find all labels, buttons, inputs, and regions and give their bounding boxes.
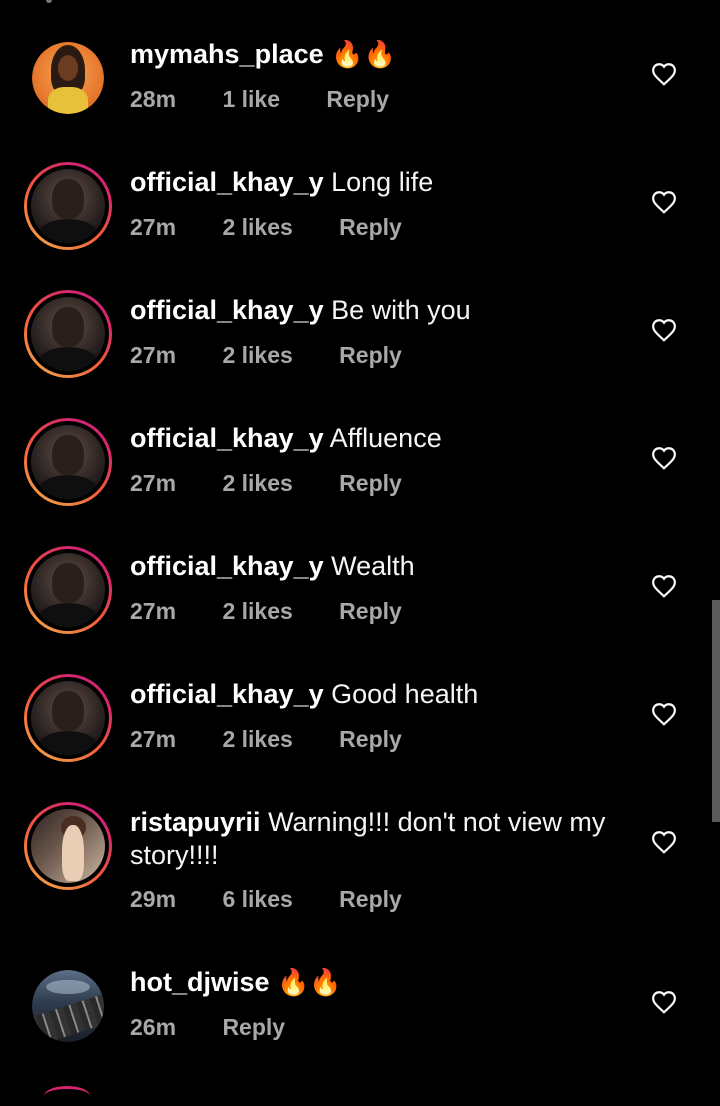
avatar-story-ring[interactable] [24, 290, 112, 378]
comment-text: Good health [331, 679, 479, 709]
avatar-story-ring[interactable] [24, 674, 112, 762]
reply-button[interactable]: Reply [339, 886, 402, 913]
comment-body: official_khay_y Be with you [130, 294, 471, 327]
reply-button[interactable]: Reply [339, 598, 402, 625]
scroll-peek [46, 0, 52, 3]
heart-outline-icon[interactable] [651, 830, 677, 854]
comment-text: Be with you [331, 295, 471, 325]
comment-likes[interactable]: 2 likes [222, 598, 292, 625]
heart-outline-icon[interactable] [651, 990, 677, 1014]
avatar [31, 681, 105, 755]
comment-time: 27m [130, 214, 177, 240]
comment-username[interactable]: mymahs_place [130, 39, 324, 69]
scrollbar[interactable] [712, 600, 720, 822]
avatar-story-ring[interactable] [24, 802, 112, 890]
comment-body: official_khay_y Long life [130, 166, 433, 199]
heart-outline-icon[interactable] [651, 62, 677, 86]
comments-list: mymahs_place 🔥🔥 28m 1 like Reply officia… [0, 0, 720, 1093]
avatar[interactable] [32, 42, 104, 114]
comment-likes[interactable]: 6 likes [222, 886, 292, 913]
comment-likes[interactable]: 2 likes [222, 342, 292, 369]
next-avatar-peek [44, 1086, 90, 1106]
comment-time: 27m [130, 342, 177, 368]
comment-time: 27m [130, 726, 177, 752]
comment-meta: 27m 2 likes Reply [130, 726, 402, 753]
comment-time: 29m [130, 886, 177, 912]
heart-outline-icon[interactable] [651, 446, 677, 470]
comment-meta: 27m 2 likes Reply [130, 598, 402, 625]
avatar[interactable] [32, 970, 104, 1042]
comment-username[interactable]: hot_djwise [130, 967, 270, 997]
comment-likes[interactable]: 2 likes [222, 470, 292, 497]
avatar [31, 297, 105, 371]
avatar-story-ring[interactable] [24, 418, 112, 506]
comment-meta: 29m 6 likes Reply [130, 886, 402, 913]
comment-body: ristapuyrii Warning!!! don't not view my… [130, 806, 630, 872]
heart-outline-icon[interactable] [651, 318, 677, 342]
reply-button[interactable]: Reply [222, 1014, 285, 1041]
comment-username[interactable]: official_khay_y [130, 679, 324, 709]
reply-button[interactable]: Reply [339, 726, 402, 753]
avatar [31, 553, 105, 627]
avatar [31, 169, 105, 243]
comment-time: 27m [130, 470, 177, 496]
comment-time: 26m [130, 1014, 177, 1040]
comment-emoji: 🔥🔥 [331, 39, 396, 69]
comment-username[interactable]: official_khay_y [130, 295, 324, 325]
comment-meta: 27m 2 likes Reply [130, 342, 402, 369]
comment-username[interactable]: ristapuyrii [130, 807, 261, 837]
heart-outline-icon[interactable] [651, 702, 677, 726]
comment-body: hot_djwise 🔥🔥 [130, 966, 342, 999]
comment-username[interactable]: official_khay_y [130, 167, 324, 197]
comment-likes[interactable]: 1 like [222, 86, 280, 113]
avatar [31, 425, 105, 499]
comment-meta: 28m 1 like Reply [130, 86, 389, 113]
reply-button[interactable]: Reply [339, 214, 402, 241]
comment-meta: 27m 2 likes Reply [130, 214, 402, 241]
comment-text: Long life [331, 167, 434, 197]
comment-body: mymahs_place 🔥🔥 [130, 38, 396, 71]
heart-outline-icon[interactable] [651, 190, 677, 214]
comment-time: 27m [130, 598, 177, 624]
comment-meta: 26m Reply [130, 1014, 285, 1041]
heart-outline-icon[interactable] [651, 574, 677, 598]
comment-username[interactable]: official_khay_y [130, 551, 324, 581]
avatar-story-ring[interactable] [24, 162, 112, 250]
reply-button[interactable]: Reply [339, 342, 402, 369]
comment-likes[interactable]: 2 likes [222, 726, 292, 753]
comment-text: Wealth [331, 551, 415, 581]
reply-button[interactable]: Reply [339, 470, 402, 497]
avatar-story-ring[interactable] [24, 546, 112, 634]
reply-button[interactable]: Reply [326, 86, 389, 113]
comment-body: official_khay_y Affluence [130, 422, 442, 455]
comment-body: official_khay_y Wealth [130, 550, 415, 583]
avatar [31, 809, 105, 883]
comment-time: 28m [130, 86, 177, 112]
comment-username[interactable]: official_khay_y [130, 423, 324, 453]
comment-text: Affluence [329, 423, 442, 453]
comment-meta: 27m 2 likes Reply [130, 470, 402, 497]
comment-body: official_khay_y Good health [130, 678, 478, 711]
comment-likes[interactable]: 2 likes [222, 214, 292, 241]
comment-emoji: 🔥🔥 [277, 967, 342, 997]
